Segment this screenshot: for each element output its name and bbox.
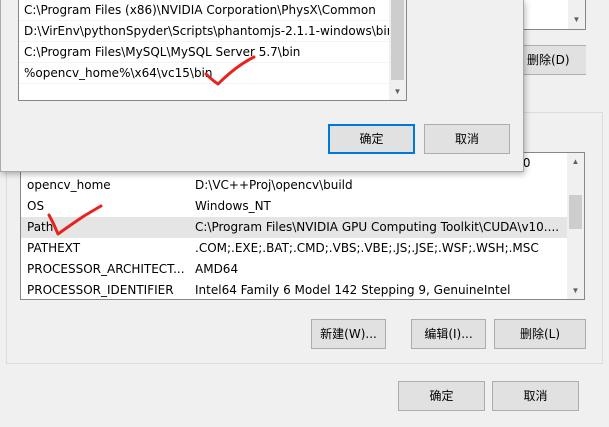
scrollbar-thumb[interactable] xyxy=(391,0,404,80)
variable-value: AMD64 xyxy=(195,262,239,276)
system-variables-list[interactable]: .0 opencv_home D:\VC++Proj\opencv\build … xyxy=(20,152,585,300)
table-row[interactable]: PROCESSOR_IDENTIFIER Intel64 Family 6 Mo… xyxy=(21,280,569,299)
new-variable-button[interactable]: 新建(W)... xyxy=(311,319,386,349)
path-entry[interactable]: D:\VirEnv\pythonSpyder\Scripts\phantomjs… xyxy=(19,21,391,42)
path-entry[interactable]: %opencv_home%\x64\vc15\bin xyxy=(19,63,391,84)
scroll-up-arrow-icon[interactable]: ▲ xyxy=(567,153,584,170)
variable-value: Intel64 Family 6 Model 142 Stepping 9, G… xyxy=(195,283,511,297)
edit-variable-button[interactable]: 编辑(I)... xyxy=(411,319,486,349)
variable-name: Path xyxy=(27,220,54,234)
system-variables-scrollbar[interactable]: ▲ ▼ xyxy=(567,153,584,299)
variable-name: PATHEXT xyxy=(27,241,81,255)
table-row[interactable]: PATHEXT .COM;.EXE;.BAT;.CMD;.VBS;.VBE;.J… xyxy=(21,238,569,259)
partial-value-text: .0 xyxy=(519,156,531,170)
delete-variable-button[interactable]: 删除(L) xyxy=(494,319,586,349)
variable-value: .COM;.EXE;.BAT;.CMD;.VBS;.VBE;.JS;.JSE;.… xyxy=(195,241,539,255)
dialog-ok-button[interactable]: 确定 xyxy=(328,124,415,154)
user-delete-button[interactable]: 删除(D) xyxy=(522,45,586,75)
scroll-down-arrow-icon[interactable]: ▼ xyxy=(568,11,585,28)
scroll-down-arrow-icon[interactable]: ▼ xyxy=(567,282,584,299)
user-vars-scrollbar-edge[interactable]: ▼ xyxy=(568,0,585,30)
variable-name: PROCESSOR_IDENTIFIER xyxy=(27,283,174,297)
table-row-selected[interactable]: Path C:\Program Files\NVIDIA GPU Computi… xyxy=(21,217,569,238)
scroll-down-arrow-icon[interactable]: ▼ xyxy=(389,83,406,100)
path-list-scrollbar[interactable]: ▼ xyxy=(389,0,406,100)
variable-name: PROCESSOR_ARCHITECT... xyxy=(27,262,185,276)
variable-name: OS xyxy=(27,199,45,213)
table-row[interactable]: opencv_home D:\VC++Proj\opencv\build xyxy=(21,175,569,196)
path-entry[interactable]: C:\Program Files\MySQL\MySQL Server 5.7\… xyxy=(19,42,391,63)
table-row[interactable]: PROCESSOR_ARCHITECT... AMD64 xyxy=(21,259,569,280)
variable-value: C:\Program Files\NVIDIA GPU Computing To… xyxy=(195,220,560,234)
main-cancel-button[interactable]: 取消 xyxy=(492,381,579,411)
main-ok-button[interactable]: 确定 xyxy=(398,381,485,411)
path-entries-list[interactable]: C:\Program Files (x86)\NVIDIA Corporatio… xyxy=(18,0,407,101)
variable-value: Windows_NT xyxy=(195,199,271,213)
dialog-cancel-button[interactable]: 取消 xyxy=(424,124,510,154)
path-entry[interactable]: C:\Program Files (x86)\NVIDIA Corporatio… xyxy=(19,0,391,21)
table-row[interactable]: OS Windows_NT xyxy=(21,196,569,217)
edit-env-variable-dialog: C:\Program Files (x86)\NVIDIA Corporatio… xyxy=(0,0,524,172)
variable-value: D:\VC++Proj\opencv\build xyxy=(195,178,353,192)
variable-name: opencv_home xyxy=(27,178,111,192)
scrollbar-thumb[interactable] xyxy=(569,195,582,229)
